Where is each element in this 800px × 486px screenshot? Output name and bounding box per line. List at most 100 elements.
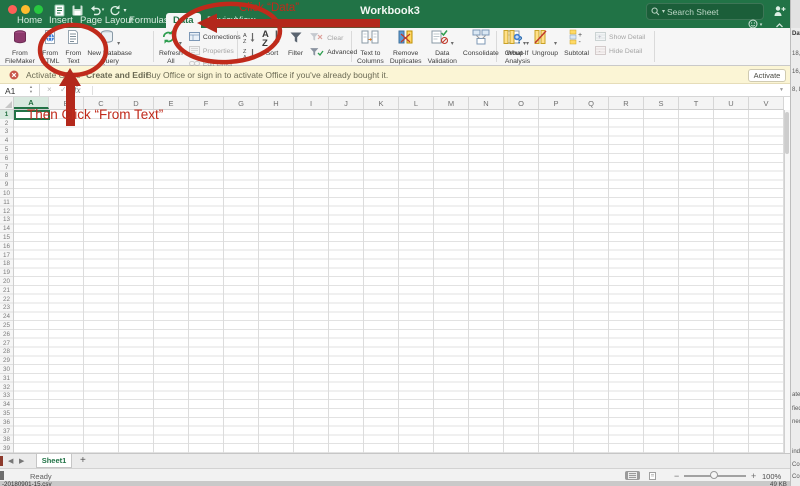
ribbon-group-button[interactable]: ▾ Group xyxy=(502,30,526,58)
ribbon-from-text-button[interactable]: From Text xyxy=(65,30,81,66)
spreadsheet-grid[interactable] xyxy=(14,110,784,453)
ribbon-tab-view[interactable]: View xyxy=(232,13,258,28)
row-header-25[interactable]: 25 xyxy=(0,321,13,330)
row-header-7[interactable]: 7 xyxy=(0,163,13,172)
column-header-n[interactable]: N xyxy=(469,97,504,109)
column-header-i[interactable]: I xyxy=(294,97,329,109)
row-header-20[interactable]: 20 xyxy=(0,277,13,286)
dropdown-caret-icon[interactable]: ▾ xyxy=(523,40,526,49)
column-header-u[interactable]: U xyxy=(714,97,749,109)
zoom-in-button[interactable]: + xyxy=(751,471,756,481)
row-header-4[interactable]: 4 xyxy=(0,136,13,145)
row-header-8[interactable]: 8 xyxy=(0,172,13,181)
ribbon-refresh-all-button[interactable]: ▾ Refresh All xyxy=(159,30,183,66)
column-header-p[interactable]: P xyxy=(539,97,574,109)
row-header-35[interactable]: 35 xyxy=(0,409,13,418)
vertical-scrollbar-thumb[interactable] xyxy=(785,112,789,154)
ribbon-subtotal-button[interactable]: + - Subtotal xyxy=(564,29,589,58)
row-header-21[interactable]: 21 xyxy=(0,286,13,295)
sheet-tab-sheet1[interactable]: Sheet1 xyxy=(36,454,72,468)
previous-sheet-icon[interactable]: ◀ xyxy=(8,457,13,465)
ribbon-connections-button[interactable]: Connections xyxy=(188,32,241,43)
activate-button[interactable]: Activate xyxy=(748,68,786,82)
ribbon-advanced-button[interactable]: Advanced xyxy=(309,47,357,59)
row-header-1[interactable]: 1 xyxy=(0,110,13,119)
row-header-29[interactable]: 29 xyxy=(0,356,13,365)
column-header-s[interactable]: S xyxy=(644,97,679,109)
selected-cell-a1[interactable] xyxy=(14,110,50,120)
column-header-b[interactable]: B xyxy=(49,97,84,109)
row-header-22[interactable]: 22 xyxy=(0,295,13,304)
column-header-c[interactable]: C xyxy=(84,97,119,109)
zoom-out-button[interactable]: − xyxy=(674,471,679,481)
row-header-9[interactable]: 9 xyxy=(0,180,13,189)
ribbon-new-database-query-button[interactable]: ▾ New Database Query xyxy=(87,30,132,66)
ribbon-remove-duplicates-button[interactable]: Remove Duplicates xyxy=(390,30,422,66)
row-header-37[interactable]: 37 xyxy=(0,427,13,436)
ribbon-sort-ascending-button[interactable]: AZ xyxy=(243,32,256,45)
row-header-28[interactable]: 28 xyxy=(0,348,13,357)
column-header-h[interactable]: H xyxy=(259,97,294,109)
row-header-19[interactable]: 19 xyxy=(0,268,13,277)
row-header-38[interactable]: 38 xyxy=(0,435,13,444)
row-header-18[interactable]: 18 xyxy=(0,260,13,269)
insert-function-icon[interactable]: fx xyxy=(74,85,81,95)
row-header-15[interactable]: 15 xyxy=(0,233,13,242)
column-header-v[interactable]: V xyxy=(749,97,784,109)
column-header-e[interactable]: E xyxy=(154,97,189,109)
add-sheet-button[interactable]: + xyxy=(80,455,86,466)
row-header-24[interactable]: 24 xyxy=(0,312,13,321)
enter-icon[interactable]: ✓ xyxy=(60,85,67,94)
row-header-14[interactable]: 14 xyxy=(0,224,13,233)
column-header-k[interactable]: K xyxy=(364,97,399,109)
ribbon-tab-data[interactable]: Data xyxy=(166,13,201,28)
row-header-11[interactable]: 11 xyxy=(0,198,13,207)
row-header-27[interactable]: 27 xyxy=(0,339,13,348)
row-header-5[interactable]: 5 xyxy=(0,145,13,154)
ribbon-tab-home[interactable]: Home xyxy=(14,13,45,28)
cancel-icon[interactable]: × xyxy=(47,85,52,94)
page-layout-view-button[interactable] xyxy=(645,471,660,480)
search-scope-caret[interactable]: ▾ xyxy=(662,8,665,15)
row-header-31[interactable]: 31 xyxy=(0,374,13,383)
ribbon-sort-descending-button[interactable]: ZA xyxy=(243,48,256,61)
ribbon-text-to-columns-button[interactable]: Text to Columns xyxy=(357,30,384,66)
column-header-q[interactable]: Q xyxy=(574,97,609,109)
dropdown-caret-icon[interactable]: ▾ xyxy=(179,40,182,49)
ribbon-from-filemaker-button[interactable]: From FileMaker xyxy=(5,30,35,66)
zoom-slider-handle[interactable] xyxy=(710,471,718,479)
column-header-j[interactable]: J xyxy=(329,97,364,109)
row-header-34[interactable]: 34 xyxy=(0,400,13,409)
row-header-6[interactable]: 6 xyxy=(0,154,13,163)
column-header-m[interactable]: M xyxy=(434,97,469,109)
formula-bar-expand-caret[interactable]: ▼ xyxy=(779,87,784,93)
ribbon-tab-insert[interactable]: Insert xyxy=(46,13,76,28)
name-box-stepper[interactable]: ▲ ▼ xyxy=(29,84,33,95)
column-header-o[interactable]: O xyxy=(504,97,539,109)
column-header-a[interactable]: A xyxy=(14,97,49,109)
row-header-10[interactable]: 10 xyxy=(0,189,13,198)
ribbon-sort-button[interactable]: A Z Sort xyxy=(262,29,282,58)
share-icon[interactable] xyxy=(772,4,786,18)
dropdown-caret-icon[interactable]: ▾ xyxy=(117,40,120,49)
row-header-32[interactable]: 32 xyxy=(0,383,13,392)
row-header-16[interactable]: 16 xyxy=(0,242,13,251)
row-header-3[interactable]: 3 xyxy=(0,128,13,137)
ribbon-from-html-button[interactable]: From HTML xyxy=(41,30,59,66)
row-header-13[interactable]: 13 xyxy=(0,216,13,225)
ribbon-consolidate-button[interactable]: Consolidate xyxy=(463,29,499,58)
row-header-36[interactable]: 36 xyxy=(0,418,13,427)
column-header-r[interactable]: R xyxy=(609,97,644,109)
column-header-f[interactable]: F xyxy=(189,97,224,109)
row-header-39[interactable]: 39 xyxy=(0,444,13,453)
normal-view-button[interactable] xyxy=(625,471,640,480)
row-header-30[interactable]: 30 xyxy=(0,365,13,374)
row-header-33[interactable]: 33 xyxy=(0,392,13,401)
column-header-t[interactable]: T xyxy=(679,97,714,109)
ribbon-data-validation-button[interactable]: ▾ Data Validation xyxy=(428,30,457,66)
row-header-26[interactable]: 26 xyxy=(0,330,13,339)
row-header-2[interactable]: 2 xyxy=(0,119,13,128)
ribbon-filter-button[interactable]: Filter xyxy=(288,30,303,58)
column-header-l[interactable]: L xyxy=(399,97,434,109)
row-header-17[interactable]: 17 xyxy=(0,251,13,260)
